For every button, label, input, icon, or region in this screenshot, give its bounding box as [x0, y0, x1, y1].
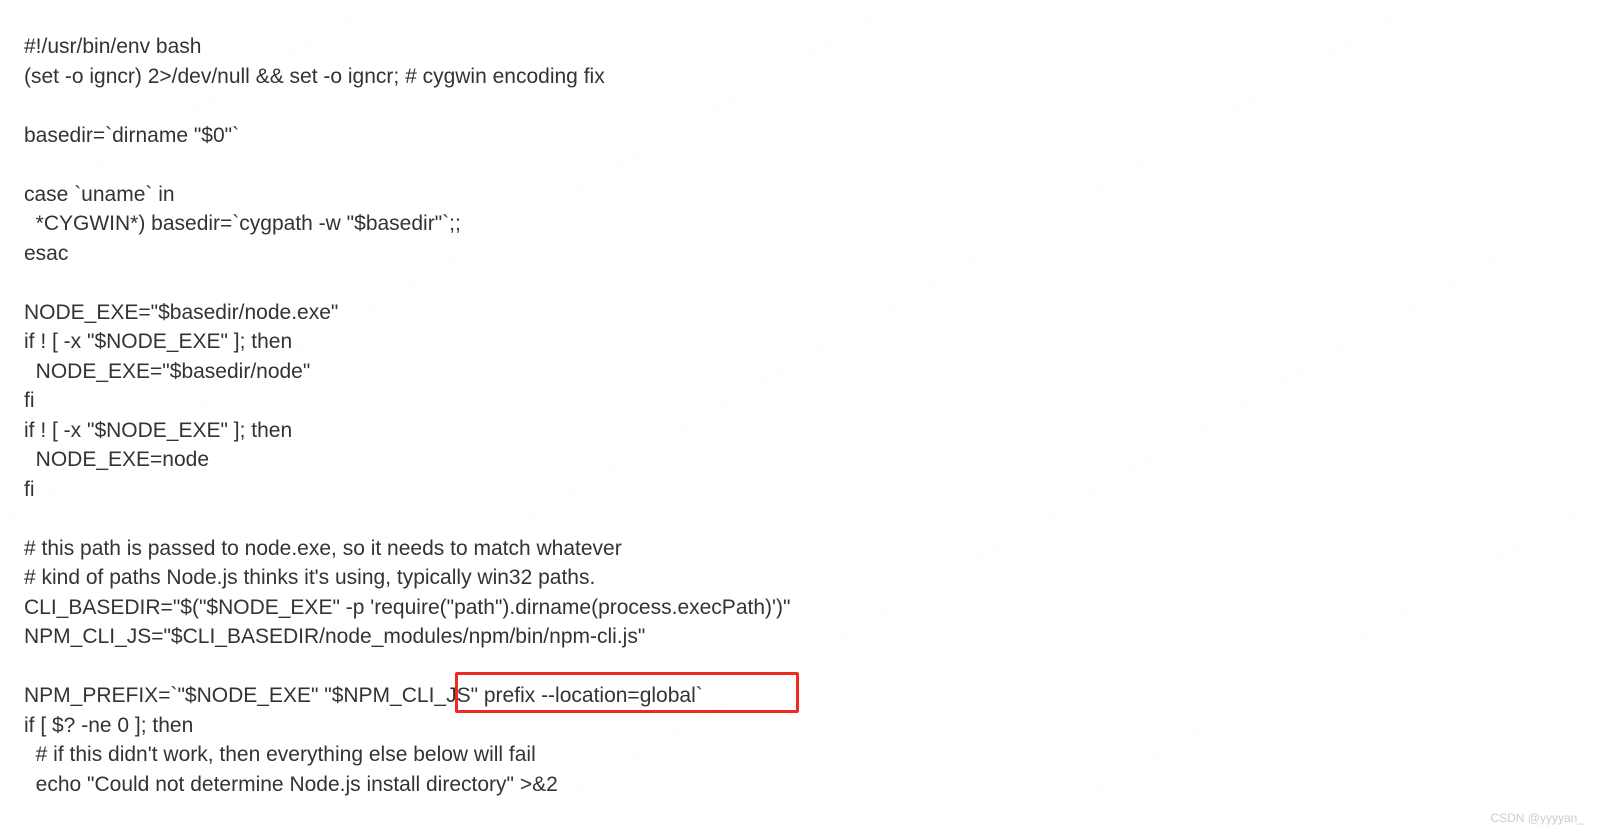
code-line: NODE_EXE="$basedir/node.exe": [24, 298, 1578, 328]
code-line: fi: [24, 386, 1578, 416]
code-line: *CYGWIN*) basedir=`cygpath -w "$basedir"…: [24, 209, 1578, 239]
code-line: [24, 652, 1578, 682]
code-block: #!/usr/bin/env bash(set -o igncr) 2>/dev…: [0, 0, 1602, 799]
code-line: [24, 504, 1578, 534]
code-line: NPM_CLI_JS="$CLI_BASEDIR/node_modules/np…: [24, 622, 1578, 652]
code-line: NODE_EXE="$basedir/node": [24, 357, 1578, 387]
code-line: case `uname` in: [24, 180, 1578, 210]
code-line: echo "Could not determine Node.js instal…: [24, 770, 1578, 800]
code-line: #!/usr/bin/env bash: [24, 32, 1578, 62]
code-line: [24, 268, 1578, 298]
code-line: fi: [24, 475, 1578, 505]
code-line: [24, 91, 1578, 121]
code-line: (set -o igncr) 2>/dev/null && set -o ign…: [24, 62, 1578, 92]
code-line: if ! [ -x "$NODE_EXE" ]; then: [24, 416, 1578, 446]
code-line: # if this didn't work, then everything e…: [24, 740, 1578, 770]
code-line: NPM_PREFIX=`"$NODE_EXE" "$NPM_CLI_JS" pr…: [24, 681, 1578, 711]
code-line: # this path is passed to node.exe, so it…: [24, 534, 1578, 564]
code-line: NODE_EXE=node: [24, 445, 1578, 475]
code-line: [24, 150, 1578, 180]
highlight-rectangle: [455, 672, 799, 713]
code-line: esac: [24, 239, 1578, 269]
code-line: if [ $? -ne 0 ]; then: [24, 711, 1578, 741]
code-line: CLI_BASEDIR="$("$NODE_EXE" -p 'require("…: [24, 593, 1578, 623]
code-line: basedir=`dirname "$0"`: [24, 121, 1578, 151]
code-line: # kind of paths Node.js thinks it's usin…: [24, 563, 1578, 593]
code-line: if ! [ -x "$NODE_EXE" ]; then: [24, 327, 1578, 357]
watermark-text: CSDN @yyyyan_: [1490, 811, 1584, 825]
